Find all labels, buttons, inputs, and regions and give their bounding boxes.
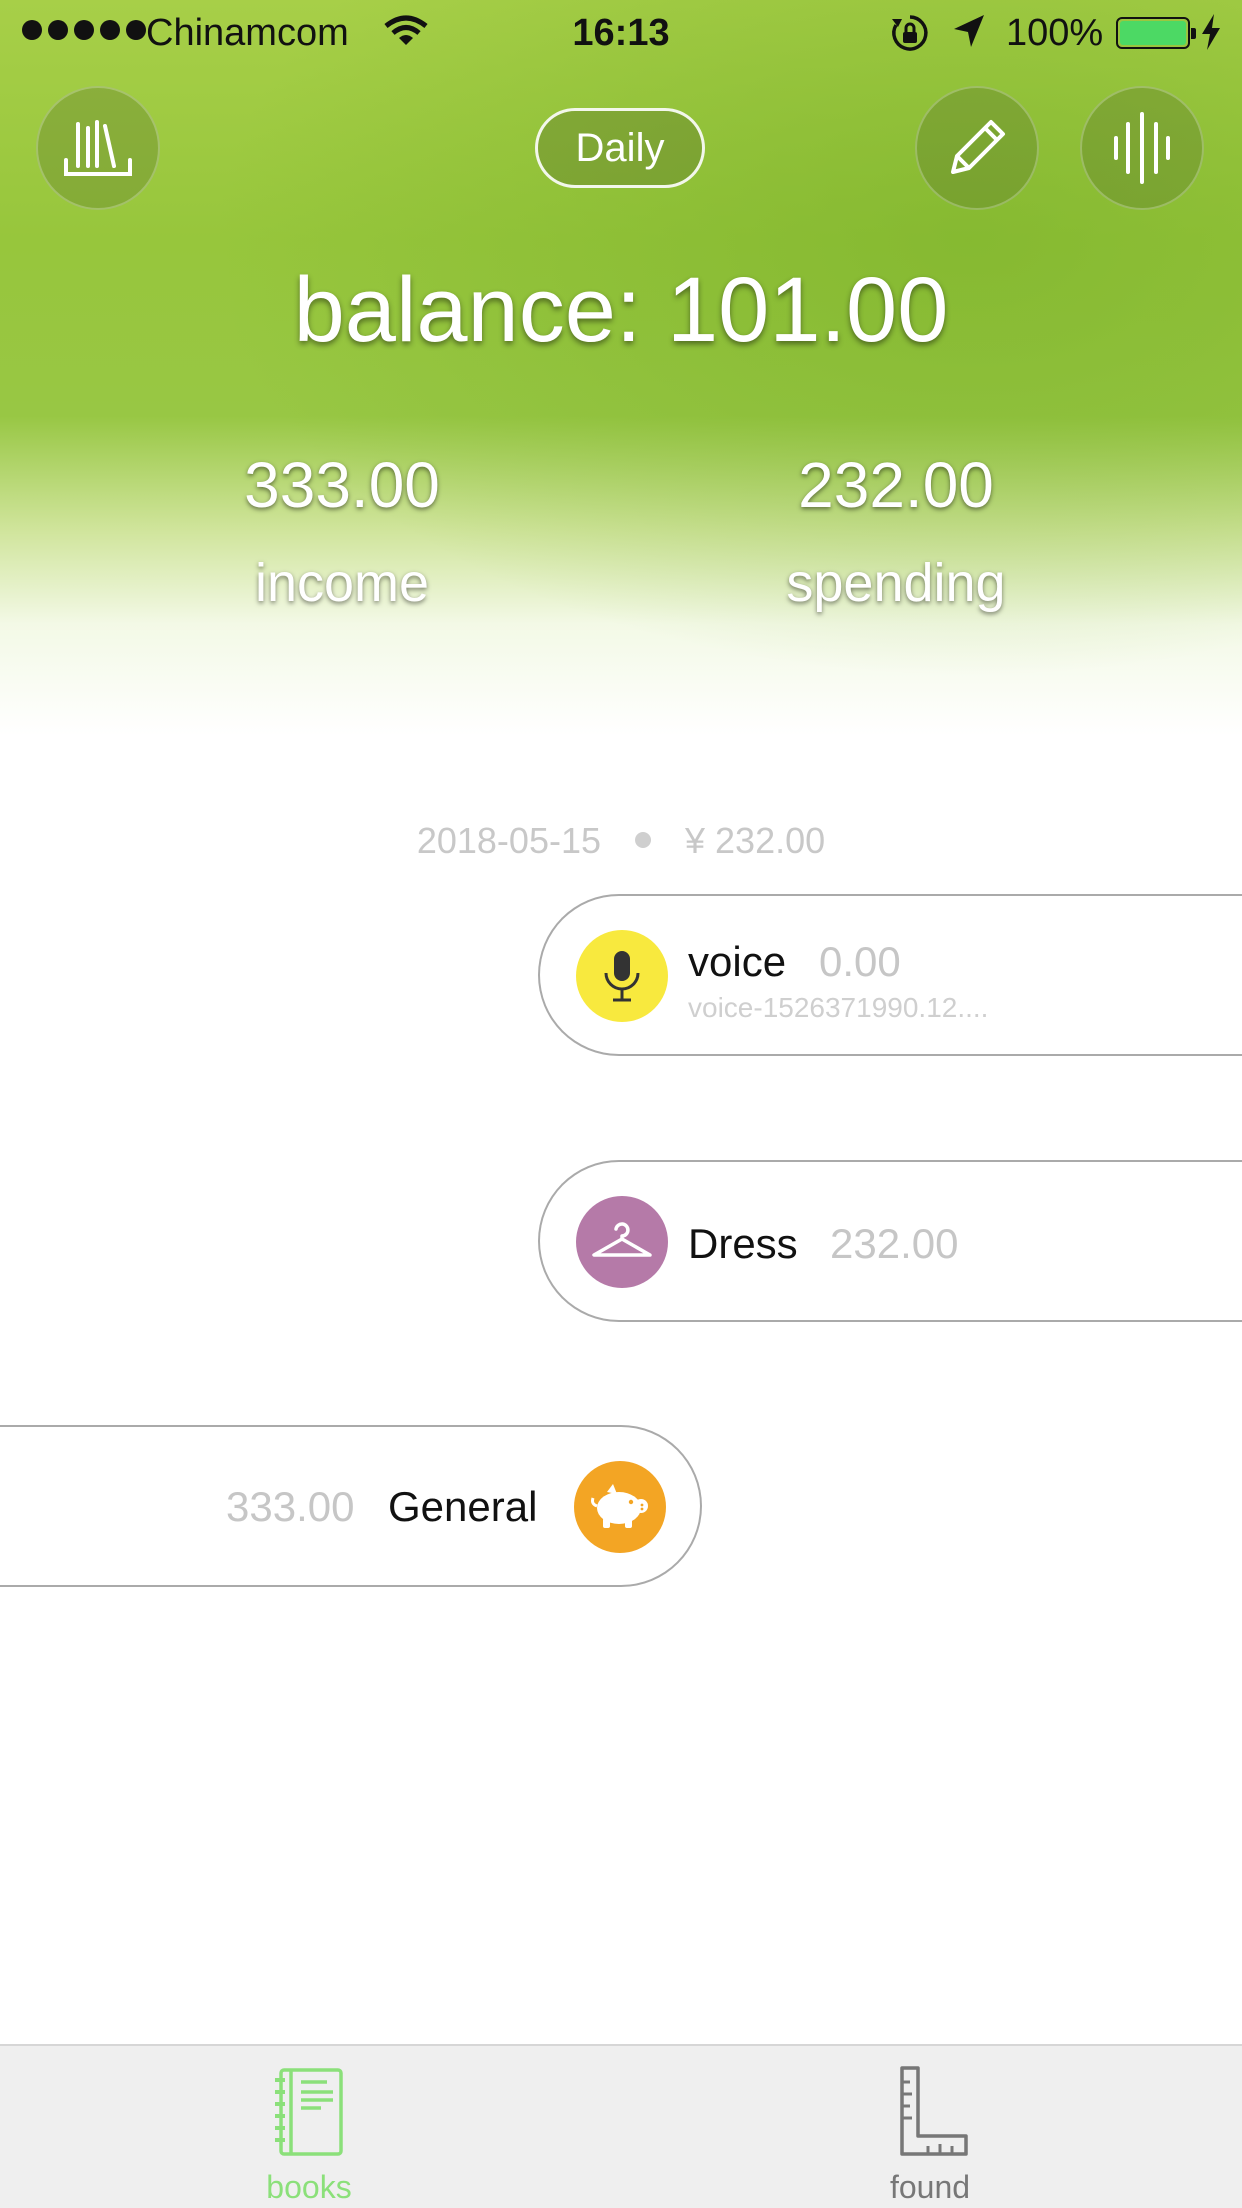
rotation-lock-icon — [892, 15, 928, 51]
separator-dot — [635, 832, 651, 849]
day-date: 2018-05-15 — [416, 820, 601, 861]
books-shelf-icon — [64, 120, 132, 176]
record-name: Dress — [688, 1220, 798, 1267]
day-total: ¥ 232.00 — [685, 820, 826, 861]
piggy-bank-icon — [591, 1484, 648, 1528]
spending-value: 232.00 — [798, 449, 994, 521]
category-dress-badge — [576, 1196, 668, 1288]
income-value: 333.00 — [244, 449, 440, 521]
record-general[interactable]: 333.00 General — [0, 1425, 702, 1587]
location-arrow-icon — [954, 15, 984, 47]
status-bar: Chinamcom 16:13 100% — [0, 0, 1242, 66]
view-mode-label: Daily — [575, 125, 665, 170]
tab-books[interactable]: books — [209, 2064, 409, 2206]
balance-display: balance: 101.00 — [293, 259, 949, 361]
battery-percentage: 100% — [1006, 12, 1104, 54]
category-general-badge — [574, 1461, 666, 1553]
ruler-icon — [900, 2066, 968, 2156]
spending-label: spending — [786, 553, 1006, 613]
record-note: voice-1526371990.12.... — [688, 992, 989, 1023]
day-summary: 2018-05-15 ¥ 232.00 — [0, 820, 1242, 862]
record-name: voice — [688, 938, 787, 985]
record-dress[interactable]: Dress 232.00 — [538, 1160, 1242, 1322]
record-amount: 232.00 — [830, 1220, 959, 1267]
tab-label: books — [266, 2169, 352, 2205]
income-label: income — [254, 553, 430, 613]
tab-found[interactable]: found — [830, 2064, 1030, 2206]
pencil-icon — [951, 120, 1005, 174]
category-voice-badge — [576, 930, 668, 1022]
record-voice[interactable]: voice 0.00 voice-1526371990.12.... — [538, 894, 1242, 1056]
soundwave-icon — [1114, 112, 1170, 184]
microphone-icon — [604, 951, 640, 1002]
voice-record-button[interactable] — [1080, 86, 1204, 210]
tab-label: found — [889, 2169, 971, 2205]
notebook-icon — [275, 2068, 343, 2156]
view-mode-toggle[interactable]: Daily — [535, 108, 705, 188]
charging-bolt-icon — [1202, 14, 1220, 50]
edit-button[interactable] — [915, 86, 1039, 210]
record-amount: 0.00 — [819, 938, 901, 985]
battery-icon — [1116, 17, 1196, 49]
record-amount: 333.00 — [226, 1483, 355, 1530]
tab-bar: books found — [0, 2044, 1242, 2208]
bookshelf-button[interactable] — [36, 86, 160, 210]
record-name: General — [388, 1483, 538, 1530]
hanger-icon — [592, 1222, 652, 1257]
